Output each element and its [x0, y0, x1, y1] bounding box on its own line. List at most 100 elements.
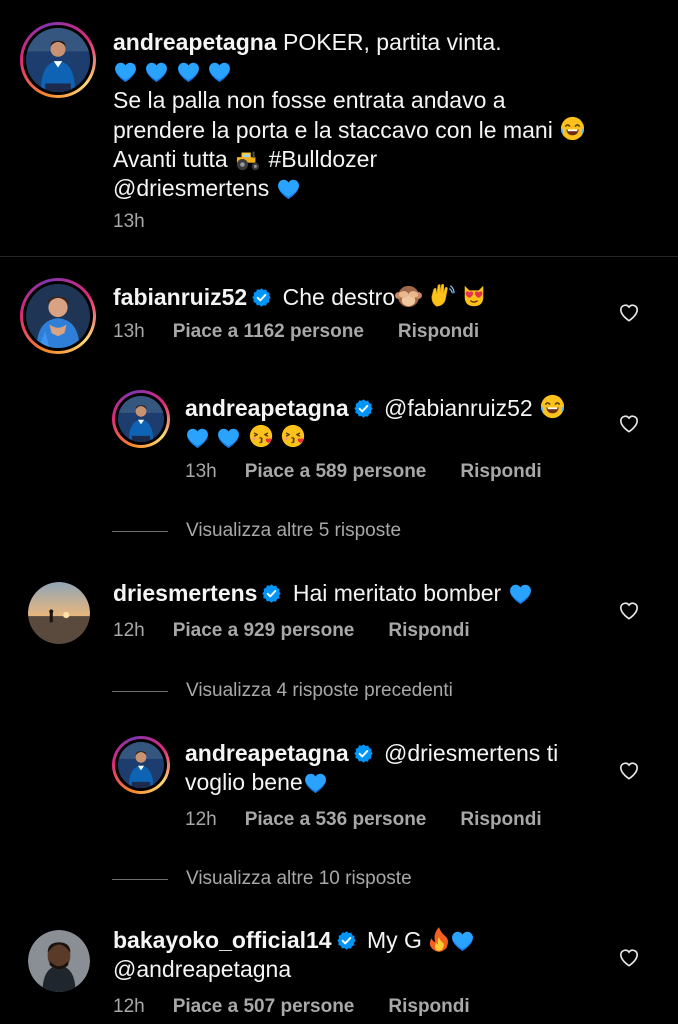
- andreapetagna-avatar[interactable]: [112, 390, 170, 448]
- divider-line: [112, 530, 168, 532]
- comment-meta: 12h Piace a 929 persone Rispondi: [113, 620, 470, 642]
- caption-line1: POKER, partita vinta.: [283, 29, 502, 55]
- heart-outline-icon[interactable]: [618, 760, 640, 780]
- kissing-face-emoji: [248, 423, 274, 449]
- tractor-emoji: [234, 147, 262, 171]
- reply-button[interactable]: Rispondi: [388, 620, 469, 642]
- comment-body: My G: [367, 927, 422, 953]
- heart-outline-icon[interactable]: [618, 413, 640, 433]
- laughing-emoji: [559, 115, 586, 142]
- reply-mention[interactable]: @fabianruiz52: [384, 395, 533, 421]
- reply-username[interactable]: andreapetagna: [185, 740, 349, 766]
- blue-heart-emoji: [113, 60, 138, 83]
- blue-heart-emoji: [216, 426, 241, 449]
- blue-heart-emoji: [185, 426, 210, 449]
- blue-heart-emoji: [508, 582, 533, 605]
- caption-meta: 13h: [113, 211, 173, 233]
- comment-meta: 12h Piace a 507 persone Rispondi: [113, 996, 470, 1018]
- likes-count[interactable]: Piace a 929 persone: [173, 620, 355, 642]
- andreapetagna-avatar[interactable]: [112, 736, 170, 794]
- caption-line3: Se la palla non fosse entrata andavo a: [113, 87, 506, 113]
- verified-badge-icon: [353, 743, 374, 764]
- see-no-evil-monkey-emoji: [395, 282, 422, 309]
- verified-badge-icon: [251, 287, 272, 308]
- comment-mention[interactable]: @andreapetagna: [113, 955, 613, 984]
- avatar-image: [26, 28, 90, 92]
- comment-body: Che destro: [282, 284, 396, 310]
- caption-hashtag[interactable]: #Bulldozer: [268, 146, 377, 172]
- comment-text: driesmertens Hai meritato bomber: [113, 579, 613, 608]
- reply-body-line2: voglio bene: [185, 769, 303, 795]
- reply-body: ti: [546, 740, 559, 766]
- comment-body: Hai meritato bomber: [292, 580, 502, 606]
- reply-username[interactable]: andreapetagna: [185, 395, 349, 421]
- heart-eyes-cat-emoji: [461, 283, 487, 309]
- reply-time: 12h: [185, 809, 217, 830]
- comment-time: 13h: [113, 321, 145, 342]
- avatar-image: [118, 742, 164, 788]
- avatar-image: [28, 930, 90, 992]
- avatar-image: [118, 396, 164, 442]
- caption-time: 13h: [113, 211, 145, 232]
- waving-hand-emoji: [429, 283, 455, 309]
- divider-line: [112, 878, 168, 880]
- heart-outline-icon[interactable]: [618, 600, 640, 620]
- heart-outline-icon[interactable]: [618, 947, 640, 967]
- reply-emojis: [185, 423, 605, 452]
- avatar-image: [28, 582, 90, 644]
- comment-text: fabianruiz52 Che destro: [113, 282, 613, 312]
- driesmertens-avatar[interactable]: [28, 582, 90, 644]
- reply-text: andreapetagna @fabianruiz52: [185, 393, 605, 452]
- caption-text: andreapetagna POKER, partita vinta. Se l…: [113, 28, 653, 203]
- verified-badge-icon: [353, 398, 374, 419]
- reply-text: andreapetagna @driesmertens ti voglio be…: [185, 739, 605, 797]
- blue-heart-emoji: [276, 177, 301, 200]
- laughing-emoji: [539, 393, 566, 420]
- view-previous-replies[interactable]: Visualizza 4 risposte precedenti: [112, 680, 453, 702]
- blue-heart-emoji: [303, 771, 328, 794]
- blue-heart-emoji: [207, 60, 232, 83]
- comment-time: 12h: [113, 620, 145, 641]
- reply-button[interactable]: Rispondi: [398, 321, 479, 343]
- comment-username[interactable]: bakayoko_official14: [113, 927, 332, 953]
- caption-hearts: [113, 57, 653, 86]
- blue-heart-emoji: [176, 60, 201, 83]
- fabianruiz52-avatar[interactable]: [20, 278, 96, 354]
- reply-meta: 12h Piace a 536 persone Rispondi: [185, 809, 542, 831]
- reply-button[interactable]: Rispondi: [460, 809, 541, 831]
- avatar-image: [26, 284, 90, 348]
- comment-time: 12h: [113, 996, 145, 1017]
- reply-button[interactable]: Rispondi: [460, 461, 541, 483]
- view-more-label: Visualizza altre 5 risposte: [186, 520, 402, 541]
- blue-heart-emoji: [144, 60, 169, 83]
- bakayoko-avatar[interactable]: [28, 930, 90, 992]
- caption-divider: [0, 256, 678, 257]
- likes-count[interactable]: Piace a 536 persone: [245, 809, 427, 831]
- likes-count[interactable]: Piace a 1162 persone: [173, 321, 364, 343]
- blue-heart-emoji: [450, 929, 475, 952]
- view-more-label: Visualizza altre 10 risposte: [186, 868, 412, 889]
- reply-meta: 13h Piace a 589 persone Rispondi: [185, 461, 542, 483]
- comment-username[interactable]: fabianruiz52: [113, 284, 247, 310]
- likes-count[interactable]: Piace a 507 persone: [173, 996, 355, 1018]
- likes-count[interactable]: Piace a 589 persone: [245, 461, 427, 483]
- view-more-label: Visualizza 4 risposte precedenti: [186, 680, 453, 701]
- divider-line: [112, 690, 168, 692]
- reply-button[interactable]: Rispondi: [388, 996, 469, 1018]
- caption-line5-prefix: Avanti tutta: [113, 146, 228, 172]
- heart-outline-icon[interactable]: [618, 302, 640, 322]
- caption-username[interactable]: andreapetagna: [113, 29, 277, 55]
- caption-line4: prendere la porta e la staccavo con le m…: [113, 117, 553, 143]
- reply-mention[interactable]: @driesmertens: [384, 740, 540, 766]
- comment-meta: 13h Piace a 1162 persone Rispondi: [113, 321, 479, 343]
- verified-badge-icon: [261, 583, 282, 604]
- reply-time: 13h: [185, 461, 217, 482]
- view-more-replies[interactable]: Visualizza altre 10 risposte: [112, 868, 412, 890]
- comment-text: bakayoko_official14 My G @andreapetagna: [113, 926, 613, 984]
- caption-mention[interactable]: @driesmertens: [113, 175, 269, 201]
- kissing-face-emoji: [280, 423, 306, 449]
- view-more-replies[interactable]: Visualizza altre 5 risposte: [112, 520, 401, 542]
- caption-avatar[interactable]: [20, 22, 96, 98]
- verified-badge-icon: [336, 930, 357, 951]
- comment-username[interactable]: driesmertens: [113, 580, 257, 606]
